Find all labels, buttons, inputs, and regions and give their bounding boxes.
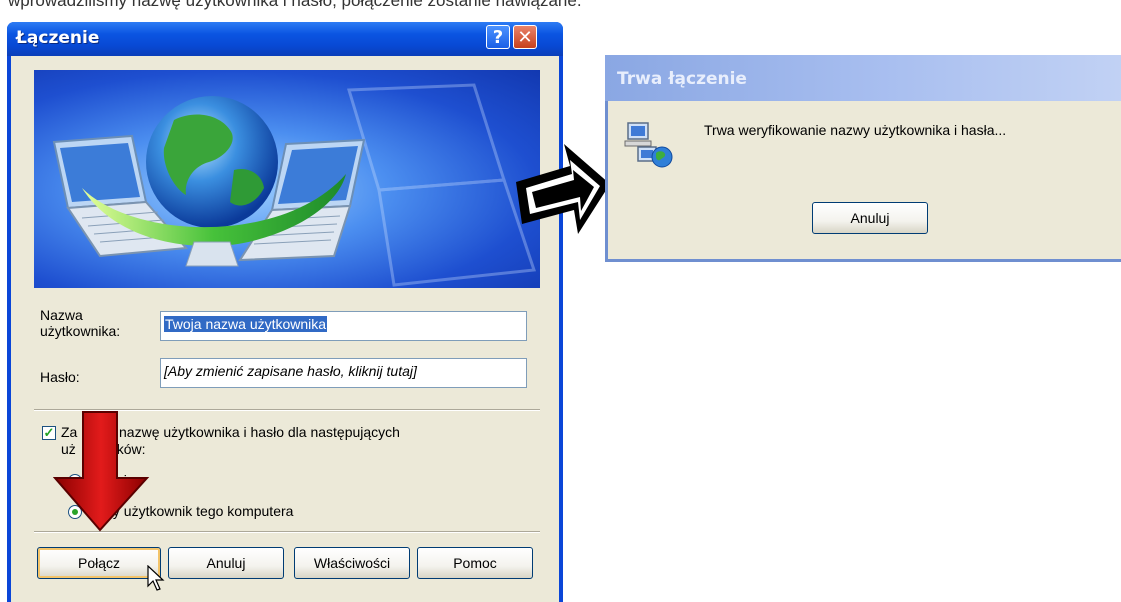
connect-dialog-title: Łączenie: [16, 28, 100, 48]
network-connection-icon: [624, 122, 673, 168]
password-input[interactable]: [Aby zmienić zapisane hasło, kliknij tut…: [160, 358, 527, 388]
network-globe-banner: [34, 70, 540, 288]
username-value: Twoja nazwa użytkownika: [164, 316, 328, 332]
progress-dialog-title: Trwa łączenie: [617, 69, 747, 89]
progress-message: Trwa weryfikowanie nazwy użytkownika i h…: [704, 122, 1007, 138]
progress-cancel-button[interactable]: Anuluj: [812, 202, 928, 234]
right-arrow-icon: [516, 144, 610, 234]
username-label: Nazwa użytkownika:: [40, 307, 120, 339]
instruction-caption: wprowadziliśmy nazwę użytkownika i hasło…: [8, 0, 582, 10]
help-button[interactable]: Pomoc: [417, 547, 533, 579]
mouse-cursor-icon: [147, 565, 165, 591]
username-input[interactable]: Twoja nazwa użytkownika: [160, 311, 527, 341]
properties-button[interactable]: Właściwości: [294, 547, 410, 579]
password-label: Hasło:: [40, 369, 80, 385]
cancel-button[interactable]: Anuluj: [168, 547, 284, 579]
connect-button[interactable]: Połącz: [37, 547, 161, 579]
username-label-line1: Nazwa: [40, 307, 83, 323]
progress-dialog: Trwa łączenie Trwa weryfikowanie nazwy u…: [605, 55, 1121, 262]
close-icon[interactable]: ✕: [513, 25, 537, 49]
red-down-arrow-icon: [53, 411, 150, 532]
progress-dialog-titlebar[interactable]: Trwa łączenie: [605, 55, 1121, 101]
help-title-button[interactable]: ?: [486, 25, 510, 49]
connect-dialog-titlebar[interactable]: Łączenie ? ✕: [7, 22, 563, 56]
username-label-line2: użytkownika:: [40, 323, 121, 339]
